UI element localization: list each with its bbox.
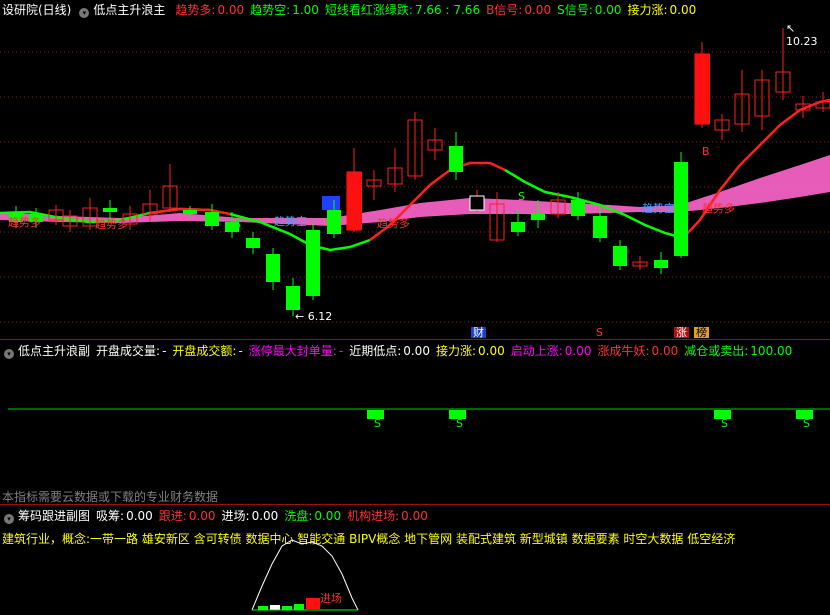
badge-zhang[interactable]: 涨 [674,327,689,338]
badge-bang[interactable]: 榜 [694,327,709,338]
candle-body [469,195,485,211]
candle-body [613,246,627,266]
signal-trend-long-3: 趋势多 [377,217,410,230]
candle-body [183,210,197,214]
signal-trend-short-2: 趋势空 [642,202,675,215]
signal-b-1: B [702,145,710,158]
trend-band-blue [322,196,340,210]
sub1-s-mark: S [721,417,728,430]
candle-body [531,214,545,220]
candlestick-chart[interactable] [0,0,830,338]
candle-body [511,222,525,232]
candle-body [246,238,260,248]
candle-body [695,54,710,124]
panel-divider-2[interactable] [0,504,830,505]
sub1-s-mark: S [374,417,381,430]
signal-trend-long-4: 趋势多 [702,202,735,215]
sub1-s-mark: S [803,417,810,430]
signal-trend-long-1: 趋势多 [8,216,41,229]
sub-chart-panel-2[interactable]: ▾ 筹码跟进副图 吸筹: 0.00 跟进: 0.00 进场: 0.00 洗盘: 0.00 机构进场:… [0,506,830,615]
badge-s[interactable]: S [594,327,605,338]
candle-body [205,212,219,226]
sub1-s-mark: S [456,417,463,430]
sub-chart-panel-1[interactable]: ▾ 低点主升浪副 开盘成交量: - 开盘成交额: - 涨停最大封单量: - 近期低点: 0.00 接… [0,341,830,501]
signal-trend-long-2: 趋势多 [95,218,128,231]
candle-body [327,210,341,234]
candle-body [286,286,300,310]
candle-body [449,146,463,172]
candle-body [571,200,585,216]
candle-body [103,208,117,212]
volume-bar [270,605,280,610]
data-requirement-note: 本指标需要云数据或下载的专业财务数据 [2,490,219,504]
badge-finance[interactable]: 财 [471,327,486,338]
price-high-label: ↖ 10.23 [786,22,818,48]
candle-body [593,216,607,238]
volume-bar [294,604,304,610]
signal-s-1: S [234,218,241,231]
volume-bar [258,606,268,610]
candle-body [306,230,320,296]
price-low-label: ← 6.12 [295,310,333,323]
candle-body [266,254,280,282]
main-chart-panel[interactable]: 设研院(日线) ▾ 低点主升浪主 趋势多: 0.00 趋势空: 1.00 短线看红涨绿跌: 7.… [0,0,830,338]
sub1-chart[interactable] [0,341,830,501]
candle-body [347,172,362,230]
sub2-chart[interactable] [0,506,830,615]
candle-body [654,260,668,268]
entry-label: 进场 [320,592,342,605]
signal-s-2: S [518,190,525,203]
signal-trend-short-1: 趋势空 [274,215,307,228]
panel-divider-1[interactable] [0,339,830,340]
volume-bar [282,606,292,610]
